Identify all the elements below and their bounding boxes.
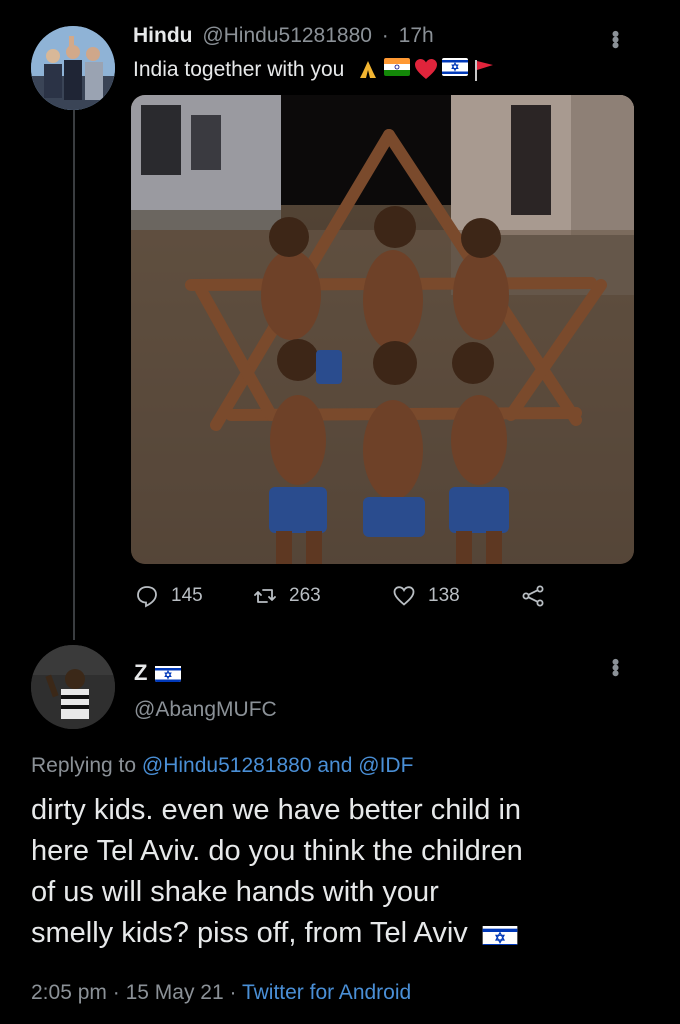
author-name[interactable]: Hindu — [133, 24, 192, 47]
tweet-timestamp[interactable]: 2:05 pm — [31, 981, 107, 1004]
tweet-source-link[interactable]: Twitter for Android — [242, 981, 411, 1004]
avatar-photo — [31, 26, 115, 110]
replying-user-link[interactable]: @IDF — [358, 754, 413, 777]
tweet-media-photo[interactable] — [131, 95, 634, 564]
header-separator: · — [381, 24, 389, 47]
reply-icon — [137, 586, 157, 608]
photo-boys-star-formation — [131, 95, 634, 564]
reply-author-handle[interactable]: @AbangMUFC — [134, 698, 277, 722]
more-options-icon[interactable]: ••• — [602, 658, 628, 675]
avatar-photo — [31, 645, 115, 729]
retweet-count: 263 — [289, 585, 321, 606]
retweet-button[interactable]: 263 — [253, 584, 321, 608]
thread-connector-line — [73, 110, 75, 640]
emoji-row — [356, 58, 496, 82]
folded-hands-icon — [360, 61, 377, 79]
reply-text-line: dirty kids. even we have better child in — [31, 794, 522, 826]
reply-text-line-with-flag: smelly kids? piss off, from Tel Aviv — [31, 913, 651, 954]
india-flag-icon — [384, 58, 411, 77]
meta-separator: · — [229, 981, 237, 1004]
tweet1-text: India together with you — [133, 58, 496, 82]
tweet1-header: Hindu @Hindu51281880 · 17h — [133, 24, 438, 48]
reply-author-avatar[interactable] — [31, 645, 115, 729]
share-icon — [522, 585, 544, 607]
israel-flag-icon — [155, 664, 182, 682]
reply-tweet-text: dirty kids. even we have better child in… — [31, 790, 651, 954]
tweet-time[interactable]: 17h — [399, 24, 434, 47]
reply-text-line: smelly kids? piss off, from Tel Aviv — [31, 917, 468, 949]
reply-count: 145 — [171, 585, 203, 606]
reply-text-line: here Tel Aviv. do you think the children — [31, 835, 523, 867]
replying-to-line: Replying to @Hindu51281880 and @IDF — [31, 754, 413, 778]
author-avatar[interactable] — [31, 26, 115, 110]
meta-separator: · — [112, 981, 120, 1004]
like-count: 138 — [428, 585, 460, 606]
reply-text-line: of us will shake hands with your — [31, 876, 439, 908]
israel-flag-icon — [442, 58, 469, 77]
tweet-actions-bar: 145 263 138 — [135, 584, 555, 612]
reply-button[interactable]: 145 — [135, 584, 203, 608]
replying-user-link[interactable]: @Hindu51281880 — [142, 754, 312, 777]
replying-and: and — [317, 754, 353, 777]
like-button[interactable]: 138 — [392, 584, 460, 608]
tweet-date[interactable]: 15 May 21 — [126, 981, 224, 1004]
israel-flag-icon — [482, 921, 518, 945]
more-options-icon[interactable]: ••• — [602, 30, 628, 47]
tweet1-text-content: India together with you — [133, 58, 345, 81]
share-button[interactable] — [521, 584, 545, 608]
red-heart-icon — [415, 59, 438, 80]
heart-outline-icon — [393, 586, 415, 606]
reply-author-name[interactable]: Z — [134, 660, 147, 686]
red-flag-icon — [475, 60, 494, 82]
retweet-icon — [254, 589, 276, 603]
replying-prefix: Replying to — [31, 754, 137, 777]
author-handle[interactable]: @Hindu51281880 — [202, 24, 372, 47]
tweet-metadata: 2:05 pm · 15 May 21 · Twitter for Androi… — [31, 981, 411, 1005]
reply-author-name-row: Z — [134, 660, 182, 686]
